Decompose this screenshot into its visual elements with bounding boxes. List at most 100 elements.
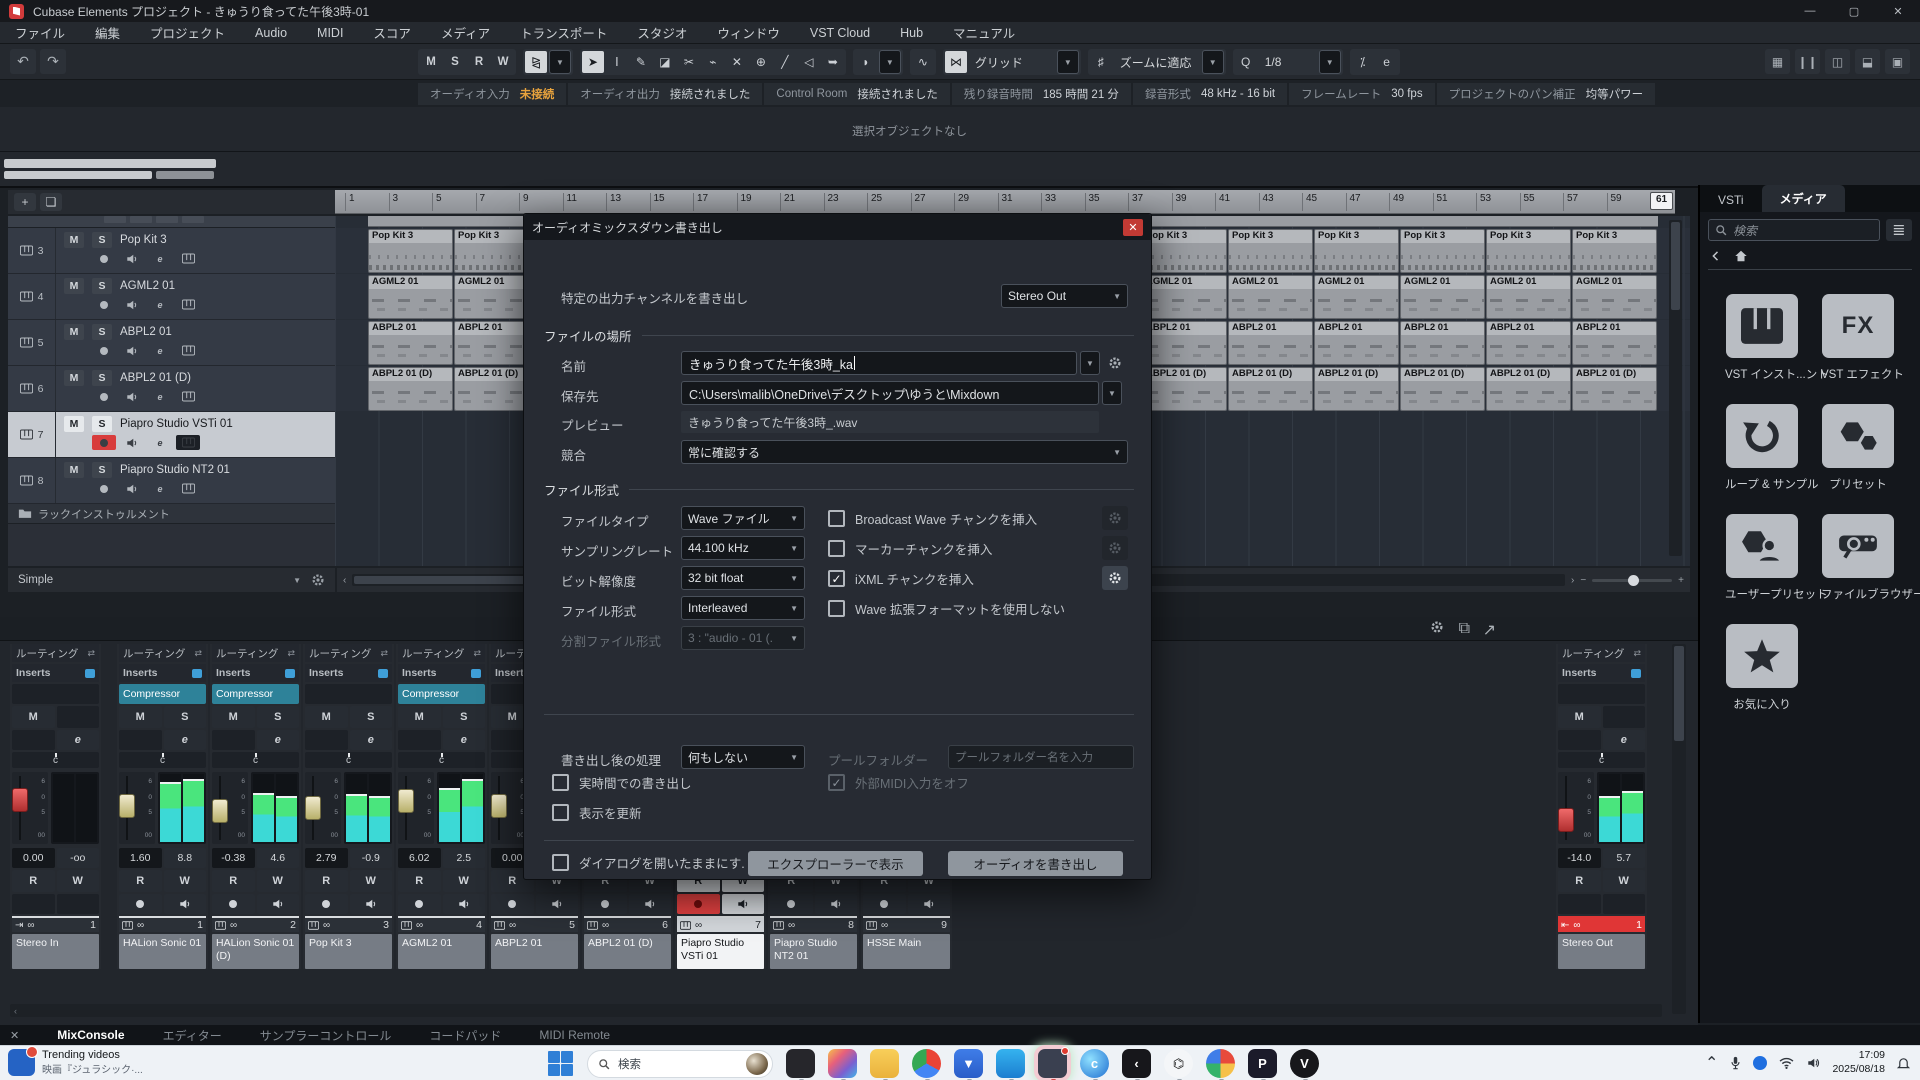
read-automation-button[interactable]: R <box>212 870 255 892</box>
clip[interactable]: Pop Kit 3 <box>1228 229 1313 273</box>
channel-mute-button[interactable]: M <box>1558 706 1601 728</box>
write-automation-button[interactable]: W <box>443 870 486 892</box>
export-audio-button[interactable]: オーディオを書き出し <box>948 851 1123 876</box>
ruler-bar-number[interactable]: 33 <box>1041 193 1056 211</box>
track-row[interactable]: 3MSPop Kit 3e <box>8 228 335 274</box>
channel-record-icon[interactable] <box>305 894 348 914</box>
clip[interactable]: ABPL2 01 <box>1572 321 1657 365</box>
channel-record-icon[interactable] <box>584 894 627 914</box>
channel-fader[interactable]: 60500 <box>491 772 527 844</box>
ruler-bar-number[interactable]: 7 <box>476 193 486 211</box>
ruler-bar-number[interactable]: 31 <box>998 193 1013 211</box>
routing-rack[interactable]: ルーティング⇄ <box>212 644 299 662</box>
ruler-bar-number[interactable]: 5 <box>432 193 442 211</box>
ruler-bar-number[interactable]: 41 <box>1215 193 1230 211</box>
update-display-option[interactable]: 表示を更新 <box>552 803 642 822</box>
copilot-app-icon[interactable] <box>828 1049 857 1078</box>
ruler-bar-number[interactable]: 49 <box>1389 193 1404 211</box>
track-monitor-icon[interactable] <box>120 251 144 266</box>
channel-monitor-icon[interactable] <box>443 894 486 914</box>
menu-item-MIDI[interactable]: MIDI <box>302 26 358 40</box>
track-solo-button[interactable]: S <box>92 370 112 386</box>
insert-slot[interactable] <box>12 684 99 704</box>
object-select-tool[interactable]: ➤ <box>582 51 604 73</box>
line-tool[interactable]: ╱ <box>774 51 796 73</box>
format-select-1[interactable]: Wave ファイル▼ <box>681 506 805 530</box>
channel-edit-button[interactable]: e <box>1603 730 1646 750</box>
clip[interactable]: ABPL2 01 <box>1314 321 1399 365</box>
track-mute-button[interactable]: M <box>64 278 84 294</box>
menu-item-トランスポート[interactable]: トランスポート <box>505 23 622 42</box>
ruler-bar-number[interactable]: 29 <box>954 193 969 211</box>
channel-record-icon[interactable] <box>491 894 534 914</box>
channel-fader[interactable]: 60500 <box>305 772 341 844</box>
inserts-rack[interactable]: Inserts <box>119 664 206 682</box>
ruler-bar-number[interactable]: 35 <box>1085 193 1100 211</box>
update-display-checkbox[interactable] <box>552 804 569 821</box>
read-automation-button[interactable]: R <box>119 870 162 892</box>
track-solo-button[interactable]: S <box>92 232 112 248</box>
track-edit-icon[interactable]: e <box>148 251 172 266</box>
lower-zone-tab-MixConsole[interactable]: MixConsole <box>57 1028 124 1042</box>
track-presets-button[interactable]: ❏ <box>40 193 62 211</box>
mixconsole-settings-gear-icon[interactable] <box>1430 620 1444 634</box>
minimize-button[interactable]: — <box>1788 0 1832 22</box>
clip[interactable]: ABPL2 01 (D) <box>1486 367 1571 411</box>
microphone-icon[interactable] <box>1730 1056 1741 1070</box>
write-automation-button[interactable]: W <box>1603 870 1646 892</box>
channel-name[interactable]: AGML2 01 <box>398 934 485 969</box>
track-mute-button[interactable]: M <box>64 416 84 432</box>
color-bubble-icon[interactable]: ◗ <box>855 51 877 73</box>
insert-slot[interactable]: Compressor <box>398 684 485 704</box>
vlc-app-icon[interactable]: V <box>1290 1049 1319 1078</box>
channel-mute-button[interactable]: M <box>212 706 255 728</box>
routing-rack[interactable]: ルーティング⇄ <box>119 644 206 662</box>
channel-name[interactable]: ABPL2 01 <box>491 934 578 969</box>
format-check-2[interactable]: マーカーチャンクを挿入 <box>828 539 992 558</box>
list-view-icon[interactable]: ≣ <box>1886 219 1912 241</box>
quantize-q-icon[interactable]: Q <box>1235 51 1257 73</box>
channel-edit-button[interactable]: e <box>443 730 486 750</box>
fader-cap[interactable] <box>1558 808 1574 832</box>
channel-monitor-icon[interactable] <box>257 894 300 914</box>
track-solo-button[interactable]: S <box>92 462 112 478</box>
wifi-icon[interactable] <box>1779 1057 1794 1069</box>
media-tile-hexagons[interactable]: プリセット <box>1821 404 1895 492</box>
mixconsole-expand-icon[interactable]: ↗ <box>1483 620 1496 640</box>
browser-ball-app-icon[interactable] <box>1206 1049 1235 1078</box>
ruler-bar-number[interactable]: 25 <box>867 193 882 211</box>
split-tool[interactable]: ✂ <box>678 51 700 73</box>
windows-start-button[interactable] <box>548 1051 574 1077</box>
track-settings-gear-icon[interactable] <box>311 573 325 587</box>
channel-record-icon[interactable] <box>677 894 720 914</box>
track-edit-icon[interactable]: e <box>148 435 172 450</box>
capture-app-icon[interactable]: ‹ <box>1122 1049 1151 1078</box>
chatgpt-app-icon[interactable]: ⌬ <box>1164 1049 1193 1078</box>
store-app-icon[interactable] <box>996 1049 1025 1078</box>
chunk-settings-gear-icon[interactable] <box>1102 566 1128 590</box>
insert-slot[interactable] <box>305 684 392 704</box>
clip[interactable]: AGML2 01 <box>1142 275 1227 319</box>
ruler-bar-number[interactable]: 13 <box>606 193 621 211</box>
discord-app-icon[interactable] <box>1038 1049 1067 1078</box>
track-preset-name[interactable]: Simple <box>18 574 53 586</box>
project-overview[interactable] <box>0 152 1920 188</box>
quantize-select[interactable]: 1/8 <box>1259 55 1317 69</box>
clip[interactable]: ABPL2 01 <box>1400 321 1485 365</box>
read-automation-button[interactable]: R <box>305 870 348 892</box>
volume-icon[interactable] <box>1806 1057 1820 1069</box>
channel-fader[interactable]: 60500 <box>119 772 155 844</box>
track-monitor-icon[interactable] <box>120 435 144 450</box>
format-check-4[interactable]: Wave 拡張フォーマットを使用しない <box>828 599 1065 618</box>
dialog-close-icon[interactable]: ✕ <box>1123 219 1143 236</box>
output-channel-select[interactable]: Stereo Out▼ <box>1001 284 1128 308</box>
media-search-input[interactable]: 検索 <box>1708 219 1880 241</box>
file-name-input[interactable]: きゅうり食ってた午後3時_ka <box>681 351 1077 375</box>
notification-icon[interactable] <box>1897 1056 1910 1070</box>
channel-monitor-icon[interactable] <box>536 894 579 914</box>
scroll-left-arrow[interactable]: ‹ <box>343 575 346 586</box>
channel-name[interactable]: HALion Sonic 01 <box>119 934 206 969</box>
edge-app-icon[interactable]: c <box>1080 1049 1109 1078</box>
ruler-bar-number[interactable]: 39 <box>1172 193 1187 211</box>
channel-solo-button[interactable]: S <box>257 706 300 728</box>
